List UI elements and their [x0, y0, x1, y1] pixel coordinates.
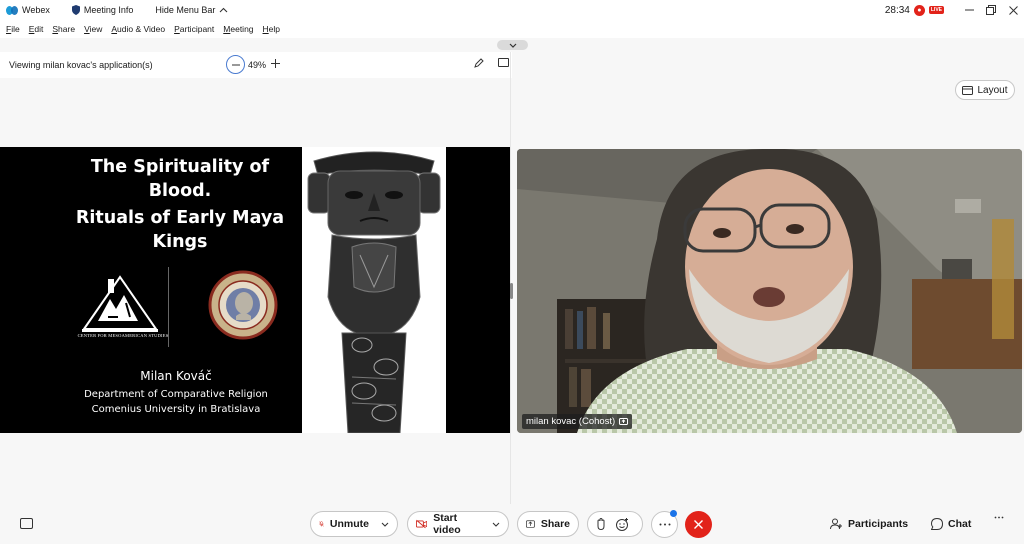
menu-view[interactable]: View — [84, 24, 102, 34]
notification-dot — [670, 510, 677, 517]
university-seal-icon — [208, 270, 278, 340]
collapse-controls-button[interactable] — [497, 40, 528, 50]
menu-help[interactable]: Help — [263, 24, 280, 34]
pane-divider — [510, 52, 511, 504]
slide-department: Department of Comparative Religion — [84, 389, 268, 400]
camera-off-icon — [416, 519, 428, 529]
participant-video-tile[interactable]: milan kovac (Cohost) — [517, 149, 1022, 433]
menu-audio-video[interactable]: Audio & Video — [111, 24, 165, 34]
minimize-button[interactable] — [958, 0, 980, 20]
webex-window: Webex Meeting Info Hide Menu Bar 28:34 ●… — [0, 0, 1024, 544]
zoom-in-button[interactable] — [271, 57, 280, 71]
statue-illustration-panel — [302, 147, 446, 433]
reactions-group — [587, 511, 643, 537]
ellipsis-icon — [994, 516, 1004, 519]
participants-button[interactable]: Participants — [830, 518, 908, 530]
share-screen-icon — [526, 520, 535, 528]
zoom-out-button[interactable] — [226, 55, 245, 74]
live-badge: LIVE — [928, 6, 944, 14]
menu-meeting[interactable]: Meeting — [223, 24, 253, 34]
share-label: Share — [540, 518, 570, 530]
slide-author: Milan Kováč — [140, 369, 212, 383]
menu-participant[interactable]: Participant — [174, 24, 214, 34]
slide-university: Comenius University in Bratislava — [91, 404, 261, 415]
layout-button[interactable]: Layout — [955, 80, 1015, 100]
meeting-controls-bar: Unmute Start video Share Participants Ch… — [0, 504, 1024, 544]
shared-content-area: The Spirituality of Blood. Rituals of Ea… — [0, 78, 510, 504]
participant-video-feed — [517, 149, 1022, 433]
close-window-button[interactable] — [1002, 0, 1024, 20]
participants-label: Participants — [848, 518, 909, 530]
resize-handle[interactable] — [510, 283, 513, 299]
chat-button[interactable]: Chat — [931, 518, 971, 530]
restore-button[interactable] — [980, 0, 1002, 20]
meeting-timer: 28:34 — [884, 4, 910, 16]
app-name: Webex — [22, 5, 50, 15]
cms-logo-icon — [82, 275, 158, 332]
menu-bar: File Edit Share View Audio & Video Parti… — [0, 20, 1024, 38]
menu-edit[interactable]: Edit — [29, 24, 44, 34]
menu-file[interactable]: File — [6, 24, 20, 34]
title-bar-left: Webex Meeting Info Hide Menu Bar — [0, 5, 246, 15]
leave-meeting-button[interactable] — [685, 511, 712, 538]
layout-icon — [962, 85, 974, 95]
reactions-smiley-icon[interactable] — [616, 517, 629, 531]
chevron-down-icon — [509, 43, 516, 48]
zoom-level: 49% — [248, 60, 267, 70]
unmute-label: Unmute — [329, 518, 369, 530]
more-controls-button[interactable] — [994, 516, 1004, 519]
close-icon — [1008, 5, 1018, 15]
hide-menu-bar-label: Hide Menu Bar — [155, 5, 216, 15]
pen-icon — [474, 58, 484, 68]
video-options-chevron-icon[interactable] — [492, 519, 500, 529]
unmute-options-chevron-icon[interactable] — [381, 519, 389, 529]
participants-icon — [830, 518, 842, 530]
participant-name-tag: milan kovac (Cohost) — [522, 414, 633, 429]
webex-app-menu[interactable]: Webex — [6, 5, 50, 15]
pop-out-icon[interactable] — [498, 58, 509, 67]
meeting-info-label: Meeting Info — [83, 5, 134, 15]
hide-menu-bar-button[interactable]: Hide Menu Bar — [155, 5, 228, 15]
ellipsis-icon — [659, 523, 670, 526]
captions-icon[interactable] — [20, 518, 33, 529]
share-button[interactable]: Share — [517, 511, 579, 537]
title-bar: Webex Meeting Info Hide Menu Bar 28:34 ●… — [0, 0, 1024, 20]
participant-name: milan kovac (Cohost) — [526, 416, 616, 427]
annotate-button[interactable] — [474, 58, 484, 71]
chat-bubble-icon — [931, 518, 943, 530]
webex-logo-icon — [6, 5, 18, 15]
title-bar-right: 28:34 ● LIVE — [885, 0, 1024, 20]
chevron-up-icon — [220, 7, 228, 13]
viewing-label: Viewing milan kovac's application(s) — [9, 60, 153, 70]
screen-share-icon — [619, 417, 629, 425]
start-video-button[interactable]: Start video — [407, 511, 509, 537]
chat-label: Chat — [948, 518, 972, 530]
presentation-slide: The Spirituality of Blood. Rituals of Ea… — [0, 147, 510, 433]
microphone-muted-icon — [319, 521, 324, 527]
minus-icon — [231, 64, 240, 65]
meeting-info-button[interactable]: Meeting Info — [71, 5, 134, 15]
start-video-label: Start video — [433, 512, 461, 536]
restore-icon — [986, 5, 996, 15]
raise-hand-icon[interactable] — [596, 518, 606, 530]
recording-icon: ● — [913, 4, 925, 16]
plus-icon — [271, 59, 280, 68]
close-icon — [694, 520, 703, 529]
cms-logo-caption: CENTER FOR MESOAMERICAN STUDIES — [77, 333, 169, 338]
menu-share[interactable]: Share — [52, 24, 75, 34]
layout-label: Layout — [977, 84, 1008, 96]
maya-statue-illustration — [307, 151, 441, 433]
share-toolbar: Viewing milan kovac's application(s) 49% — [0, 52, 512, 78]
shield-icon — [71, 5, 80, 15]
logo-divider — [168, 267, 169, 347]
minimize-icon — [964, 9, 974, 11]
unmute-button[interactable]: Unmute — [310, 511, 398, 537]
